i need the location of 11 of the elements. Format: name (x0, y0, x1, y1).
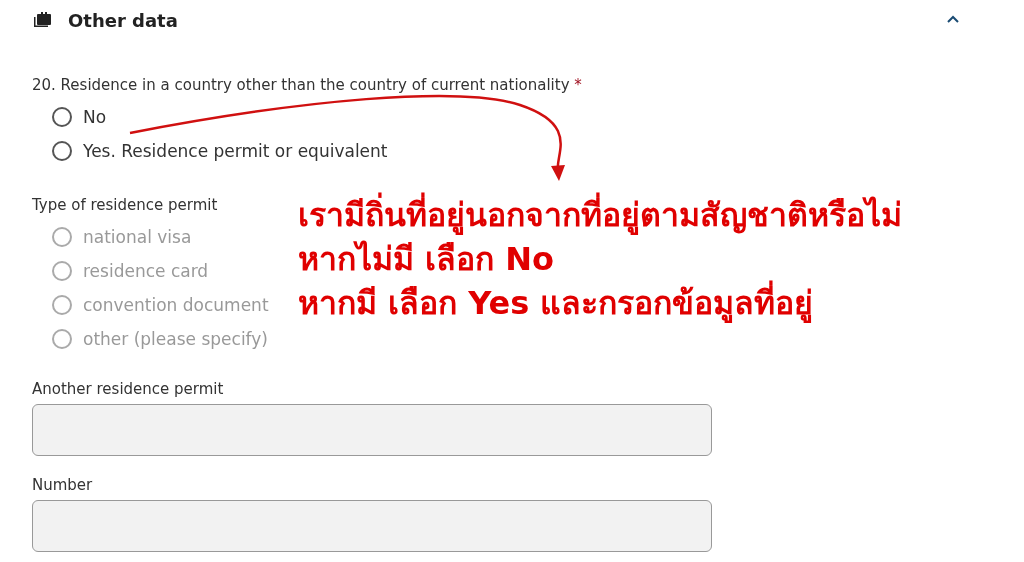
field-label: Another residence permit (32, 380, 225, 398)
radio-option[interactable]: No (32, 100, 1024, 134)
annotation-text: หากมี เลือก Yes และกรอกข้อมูลที่อยู่ (298, 281, 902, 325)
question-label: Type of residence permit (32, 196, 219, 214)
question-label: 20. Residence in a country other than the country of current nationality (32, 76, 570, 94)
required-mark: * (574, 76, 582, 94)
field-label: Number (32, 476, 94, 494)
section-title: Other data (68, 9, 179, 31)
annotation-text: หากไม่มี เลือก No (298, 239, 556, 280)
radio-option: other (please specify) (32, 322, 1024, 356)
radio-option[interactable]: Yes. Residence permit or equivalent (32, 134, 1024, 168)
